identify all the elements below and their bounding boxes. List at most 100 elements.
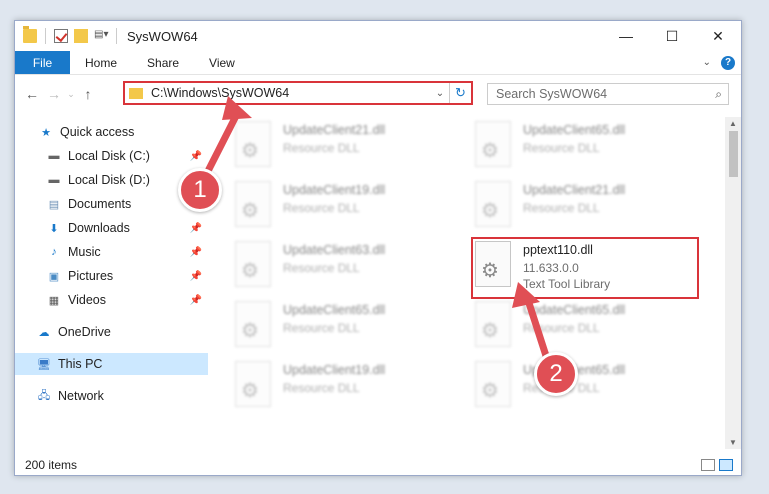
sidebar-item-music[interactable]: ♪ Music 📌 bbox=[15, 241, 208, 263]
sidebar-item-label: Music bbox=[68, 245, 101, 259]
file-tile[interactable]: UpdateClient19.dll Resource DLL bbox=[215, 177, 435, 233]
file-type: Resource DLL bbox=[283, 321, 360, 335]
file-tile[interactable]: UpdateClient65.dll Resource DLL bbox=[455, 297, 675, 353]
sidebar-item-label: Pictures bbox=[68, 269, 114, 283]
vertical-scrollbar[interactable]: ▲ ▼ bbox=[725, 117, 741, 449]
recent-locations-icon[interactable]: ⌄ bbox=[65, 89, 77, 100]
drive-icon: ▬ bbox=[48, 174, 60, 186]
sidebar-item-label: Videos bbox=[68, 293, 106, 307]
close-button[interactable]: ✕ bbox=[695, 21, 741, 51]
properties-check-icon[interactable] bbox=[54, 29, 68, 43]
network-icon: 🖧 bbox=[37, 389, 51, 402]
file-tile[interactable]: UpdateClient21.dll Resource DLL bbox=[215, 117, 435, 173]
minimize-button[interactable]: — bbox=[603, 21, 649, 51]
callout-step-1: 1 bbox=[178, 168, 222, 212]
sidebar-item-downloads[interactable]: ⬇ Downloads 📌 bbox=[15, 217, 208, 239]
sidebar-item-onedrive[interactable]: ☁ OneDrive bbox=[15, 321, 208, 343]
maximize-button[interactable]: ☐ bbox=[649, 21, 695, 51]
file-name: UpdateClient63.dll bbox=[283, 243, 386, 257]
pin-icon[interactable]: 📌 bbox=[190, 271, 202, 282]
pin-icon[interactable]: 📌 bbox=[190, 247, 202, 258]
navigation-pane: ★ Quick access ▬ Local Disk (C:) 📌 ▬ Loc… bbox=[15, 117, 208, 449]
sidebar-item-label: Network bbox=[58, 389, 104, 403]
file-type: Resource DLL bbox=[283, 141, 360, 155]
file-type: Resource DLL bbox=[283, 261, 360, 275]
file-tile[interactable]: UpdateClient19.dll Resource DLL bbox=[215, 357, 435, 413]
tiles-view-icon[interactable] bbox=[719, 459, 733, 471]
file-name: UpdateClient65.dll bbox=[523, 303, 626, 317]
navigation-bar: ← → ⌄ ↑ C:\Windows\SysWOW64 ⌄ ↻ Search S… bbox=[15, 79, 741, 109]
up-arrow-icon[interactable]: ↑ bbox=[77, 86, 99, 102]
file-type: Resource DLL bbox=[523, 321, 600, 335]
sidebar-item-local-disk-c[interactable]: ▬ Local Disk (C:) 📌 bbox=[15, 145, 208, 167]
pin-icon[interactable]: 📌 bbox=[190, 223, 202, 234]
file-name: UpdateClient21.dll bbox=[523, 183, 626, 197]
highlight-box-file bbox=[471, 237, 699, 299]
file-name: UpdateClient19.dll bbox=[283, 363, 386, 377]
file-name: UpdateClient21.dll bbox=[283, 123, 386, 137]
customize-toolbar-icon[interactable]: ▤▾ bbox=[94, 29, 108, 43]
file-tab[interactable]: File bbox=[15, 51, 70, 74]
dll-file-icon bbox=[475, 181, 511, 227]
videos-icon: ▦ bbox=[48, 294, 60, 307]
star-icon: ★ bbox=[41, 126, 51, 139]
expand-ribbon-icon[interactable]: ⌄ bbox=[703, 57, 711, 68]
dll-file-icon bbox=[475, 121, 511, 167]
window-title: SysWOW64 bbox=[127, 28, 198, 44]
folder-icon bbox=[23, 26, 37, 43]
tab-home[interactable]: Home bbox=[70, 51, 132, 74]
file-explorer-window: ▤▾ SysWOW64 — ☐ ✕ File Home Share View ⌄… bbox=[14, 20, 742, 476]
scrollbar-thumb[interactable] bbox=[729, 131, 738, 177]
quick-access-toolbar: ▤▾ bbox=[15, 26, 119, 44]
tab-view[interactable]: View bbox=[194, 51, 250, 74]
search-placeholder: Search SysWOW64 bbox=[496, 87, 608, 101]
divider bbox=[45, 28, 46, 44]
pin-icon[interactable]: 📌 bbox=[190, 151, 202, 162]
view-switcher bbox=[701, 459, 733, 471]
search-icon: ⌕ bbox=[715, 86, 722, 101]
file-name: UpdateClient65.dll bbox=[283, 303, 386, 317]
new-folder-icon[interactable] bbox=[74, 29, 88, 43]
item-count: 200 items bbox=[25, 458, 78, 472]
forward-arrow-icon[interactable]: → bbox=[43, 86, 65, 102]
refresh-icon[interactable]: ↻ bbox=[449, 83, 471, 103]
download-icon: ⬇ bbox=[49, 222, 59, 235]
divider bbox=[116, 28, 117, 44]
sidebar-item-quick-access[interactable]: ★ Quick access bbox=[15, 121, 208, 143]
sidebar-item-label: Downloads bbox=[68, 221, 130, 235]
title-bar: ▤▾ SysWOW64 — ☐ ✕ bbox=[15, 21, 741, 51]
file-tile[interactable]: UpdateClient65.dll Resource DLL bbox=[215, 297, 435, 353]
chevron-down-icon[interactable]: ⌄ bbox=[431, 88, 449, 99]
scroll-up-icon[interactable]: ▲ bbox=[725, 119, 741, 128]
back-arrow-icon[interactable]: ← bbox=[21, 86, 43, 102]
file-tile[interactable]: UpdateClient21.dll Resource DLL bbox=[455, 177, 675, 233]
sidebar-item-videos[interactable]: ▦ Videos 📌 bbox=[15, 289, 208, 311]
address-bar[interactable]: C:\Windows\SysWOW64 ⌄ ↻ bbox=[123, 81, 473, 105]
pictures-icon: ▣ bbox=[48, 270, 60, 283]
sidebar-item-network[interactable]: 🖧 Network bbox=[15, 385, 208, 407]
details-view-icon[interactable] bbox=[701, 459, 715, 471]
music-icon: ♪ bbox=[51, 246, 57, 258]
sidebar-item-label: Local Disk (D:) bbox=[68, 173, 150, 187]
callout-step-2: 2 bbox=[534, 352, 578, 396]
dll-file-icon bbox=[235, 241, 271, 287]
documents-icon: ▤ bbox=[48, 198, 60, 211]
file-tile[interactable]: UpdateClient65.dll Resource DLL bbox=[455, 117, 675, 173]
computer-icon: 🖥 bbox=[37, 358, 51, 371]
scroll-down-icon[interactable]: ▼ bbox=[725, 438, 741, 447]
help-icon[interactable]: ? bbox=[721, 55, 735, 70]
status-bar: 200 items bbox=[15, 453, 741, 477]
address-path: C:\Windows\SysWOW64 bbox=[151, 86, 290, 100]
file-type: Resource DLL bbox=[523, 201, 600, 215]
file-tile[interactable]: UpdateClient63.dll Resource DLL bbox=[215, 237, 435, 293]
dll-file-icon bbox=[235, 301, 271, 347]
search-input[interactable]: Search SysWOW64 ⌕ bbox=[487, 83, 729, 105]
sidebar-item-this-pc[interactable]: 🖥 This PC bbox=[15, 353, 208, 375]
sidebar-item-label: Local Disk (C:) bbox=[68, 149, 150, 163]
dll-file-icon bbox=[475, 301, 511, 347]
pin-icon[interactable]: 📌 bbox=[190, 295, 202, 306]
sidebar-item-pictures[interactable]: ▣ Pictures 📌 bbox=[15, 265, 208, 287]
sidebar-item-label: Documents bbox=[68, 197, 132, 211]
tab-share[interactable]: Share bbox=[132, 51, 194, 74]
dll-file-icon bbox=[235, 181, 271, 227]
